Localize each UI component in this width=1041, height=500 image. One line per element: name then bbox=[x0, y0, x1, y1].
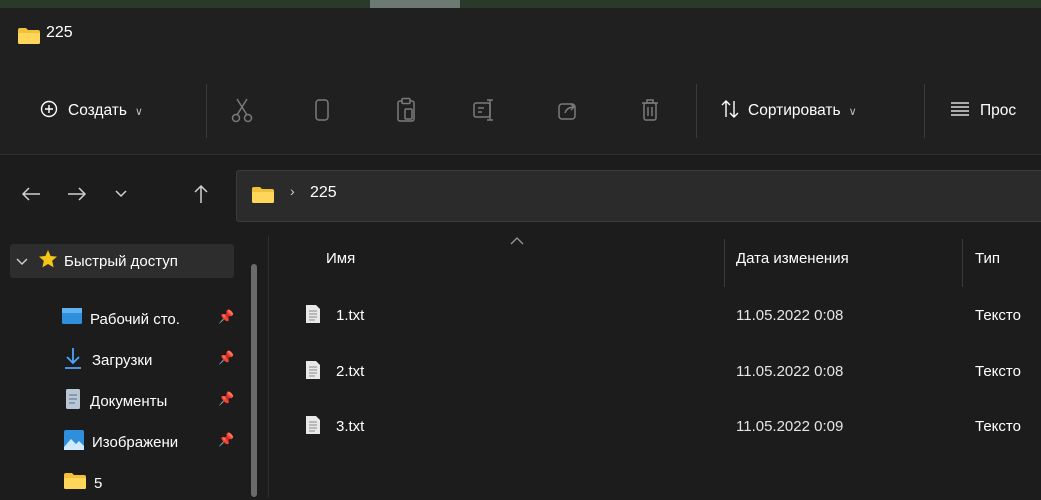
sidebar-item-quick-access[interactable]: Быстрый доступ bbox=[10, 244, 234, 278]
file-type: Тексто bbox=[975, 363, 1021, 380]
pictures-icon bbox=[64, 430, 84, 454]
address-bar[interactable] bbox=[236, 170, 1041, 222]
file-name: 2.txt bbox=[336, 363, 365, 380]
add-icon bbox=[40, 100, 58, 123]
desktop-strip bbox=[0, 0, 1041, 8]
sidebar-item-label: 5 bbox=[94, 474, 103, 492]
sidebar-item-label: Быстрый доступ bbox=[64, 252, 178, 270]
breadcrumb-item[interactable]: 225 bbox=[310, 184, 337, 202]
star-icon bbox=[38, 249, 58, 273]
sort-button[interactable]: Сортировать ∨ bbox=[720, 68, 857, 154]
sidebar-item-label: Рабочий сто. bbox=[90, 310, 180, 328]
document-icon bbox=[66, 389, 80, 413]
chevron-down-icon: ∨ bbox=[848, 105, 857, 118]
copy-icon[interactable] bbox=[308, 92, 336, 128]
column-header-type[interactable]: Тип bbox=[975, 250, 1000, 267]
view-button[interactable]: Прос bbox=[950, 68, 1016, 154]
forward-arrow-icon[interactable] bbox=[62, 179, 92, 209]
sidebar-item-label: Документы bbox=[90, 392, 168, 410]
folder-icon bbox=[18, 28, 40, 48]
sidebar-item-label: Загрузки bbox=[92, 351, 153, 369]
title-bar bbox=[0, 8, 1041, 68]
toolbar-separator bbox=[206, 84, 207, 138]
breadcrumb-chevron-icon[interactable]: › bbox=[290, 183, 295, 199]
file-type: Тексто bbox=[975, 418, 1021, 435]
sidebar-scrollbar[interactable] bbox=[251, 264, 257, 497]
text-file-icon bbox=[306, 361, 320, 383]
pin-icon[interactable]: 📌 bbox=[218, 309, 234, 325]
rename-icon[interactable] bbox=[470, 92, 498, 128]
column-separator[interactable] bbox=[962, 239, 963, 287]
window-title: 225 bbox=[46, 24, 73, 41]
sidebar-item-downloads[interactable]: Загрузки bbox=[0, 343, 250, 377]
desktop-icon bbox=[62, 308, 82, 330]
folder-icon bbox=[252, 187, 274, 207]
recent-locations-chevron-icon[interactable] bbox=[106, 179, 136, 209]
sidebar-item-desktop[interactable]: Рабочий сто. bbox=[0, 302, 250, 336]
new-button[interactable]: Создать ∨ bbox=[40, 68, 143, 154]
file-date: 11.05.2022 0:08 bbox=[736, 363, 844, 380]
sort-icon bbox=[720, 99, 740, 124]
sidebar-item-label: Изображени bbox=[92, 433, 179, 451]
text-file-icon bbox=[306, 305, 320, 327]
cut-icon[interactable] bbox=[228, 92, 256, 128]
file-date: 11.05.2022 0:08 bbox=[736, 307, 844, 324]
command-bar: Создать ∨ Сортировать ∨ Прос bbox=[0, 68, 1041, 155]
column-separator[interactable] bbox=[724, 239, 725, 287]
new-button-label: Создать bbox=[68, 102, 127, 119]
view-lines-icon bbox=[950, 101, 970, 121]
download-icon bbox=[64, 347, 82, 373]
back-arrow-icon[interactable] bbox=[16, 179, 46, 209]
file-date: 11.05.2022 0:09 bbox=[736, 418, 844, 435]
view-button-label: Прос bbox=[980, 102, 1017, 119]
pin-icon[interactable]: 📌 bbox=[218, 432, 234, 448]
file-name: 1.txt bbox=[336, 307, 365, 324]
chevron-down-icon: ∨ bbox=[134, 105, 143, 118]
sidebar-item-documents[interactable]: Документы bbox=[0, 384, 250, 418]
taskbar-fragment bbox=[370, 0, 460, 8]
paste-icon[interactable] bbox=[392, 92, 420, 128]
text-file-icon bbox=[306, 416, 320, 438]
toolbar-separator bbox=[924, 84, 925, 138]
share-icon[interactable] bbox=[554, 92, 582, 128]
pin-icon[interactable]: 📌 bbox=[218, 350, 234, 366]
folder-icon bbox=[64, 473, 86, 493]
up-arrow-icon[interactable] bbox=[186, 179, 216, 209]
sidebar-item-folder-5[interactable]: 5 bbox=[0, 466, 250, 500]
delete-icon[interactable] bbox=[636, 92, 664, 128]
pane-divider[interactable] bbox=[268, 236, 269, 497]
sort-ascending-icon bbox=[510, 234, 524, 248]
sidebar-item-pictures[interactable]: Изображени bbox=[0, 425, 250, 459]
file-type: Тексто bbox=[975, 307, 1021, 324]
navigation-pane: Быстрый доступ Рабочий сто. 📌 Загрузки 📌… bbox=[0, 236, 268, 497]
pin-icon[interactable]: 📌 bbox=[218, 391, 234, 407]
column-header-name[interactable]: Имя bbox=[326, 250, 355, 267]
column-header-date[interactable]: Дата изменения bbox=[736, 250, 849, 267]
sort-button-label: Сортировать bbox=[748, 102, 841, 119]
file-name: 3.txt bbox=[336, 418, 365, 435]
toolbar-separator bbox=[696, 84, 697, 138]
expand-chevron-icon bbox=[16, 253, 32, 270]
